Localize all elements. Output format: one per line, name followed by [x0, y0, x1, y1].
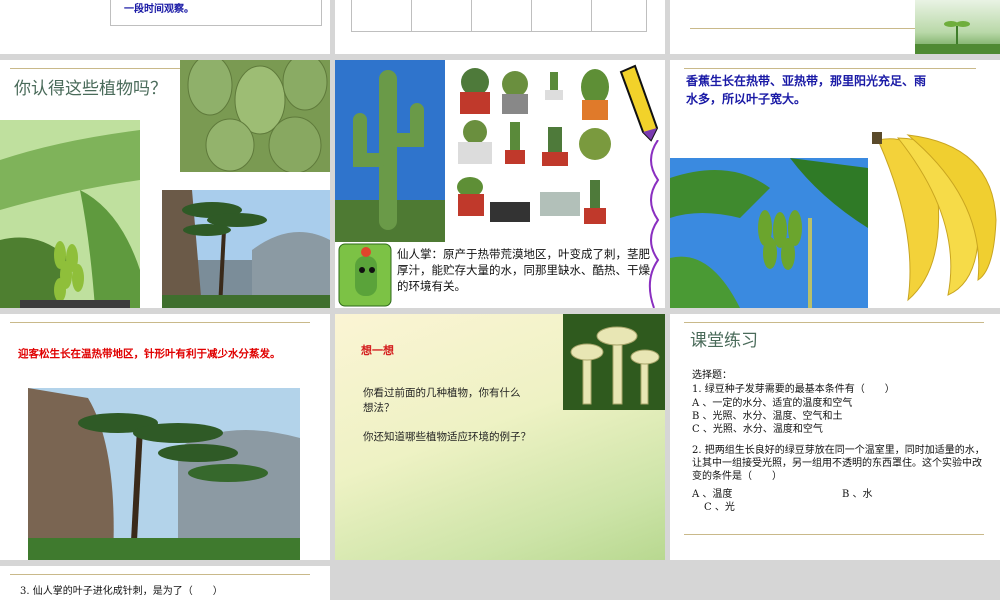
saguaro-image [335, 60, 445, 242]
mushroom-image [563, 314, 665, 410]
q2-option-b: B 、水 [842, 489, 873, 500]
slide-5-caption: 仙人掌：原产于热带荒漠地区，叶变成了刺，茎肥厚汁，能贮存大量的水，同那里缺水、酷… [397, 247, 650, 293]
slide-grid: 一段时间观察。 你认得这些植物吗？ 仙人掌：原产于热带荒漠地区，叶变成了刺，茎肥… [0, 0, 1000, 600]
potted-cacti-image [450, 62, 625, 240]
slide-9-heading: 选择题： [692, 370, 732, 381]
slide-rule [10, 68, 180, 69]
slide-rule [690, 28, 920, 29]
slide-5[interactable]: 仙人掌：原产于热带荒漠地区，叶变成了刺，茎肥厚汁，能贮存大量的水，同那里缺水、酷… [335, 60, 665, 308]
table-divider [591, 0, 592, 32]
slide-rule [10, 322, 310, 323]
table-divider [411, 0, 412, 32]
q2-text: 2. 把两组生长良好的绿豆芽放在同一个温室里，同时加适量的水，让其中一组接受光照… [692, 445, 985, 482]
pine-mountain-image [162, 190, 330, 308]
slide-rule-bottom [684, 534, 984, 535]
banana-tree-image [0, 120, 140, 308]
slide-7-caption: 迎客松生长在温热带地区，针形叶有利于减少水分蒸发。 [18, 348, 281, 360]
sprout-image [915, 0, 1000, 54]
q2-option-c: C 、光 [704, 502, 735, 513]
slide-8-question-1: 你看过前面的几种植物，你有什么想法？ [363, 387, 521, 414]
table-divider [531, 0, 532, 32]
slide-rule [684, 68, 976, 69]
slide-6-caption: 香蕉生长在热带、亚热带，那里阳光充足、雨水多，所以叶子宽大。 [686, 74, 927, 106]
slide-rule [10, 574, 310, 575]
slide-2[interactable] [335, 0, 665, 54]
slide-3[interactable] [670, 0, 1000, 54]
banana-plant-image [670, 158, 868, 308]
q1-text: 1. 绿豆种子发芽需要的最基本条件有（ ） [692, 384, 895, 395]
slide-1[interactable]: 一段时间观察。 [0, 0, 330, 54]
opuntia-image [180, 60, 330, 172]
slide-8[interactable]: 想一想 你看过前面的几种植物，你有什么想法？ 你还知道哪些植物适应环境的例子？ [335, 314, 665, 560]
slide-8-title: 想一想 [361, 344, 394, 357]
slide-7[interactable]: 迎客松生长在温热带地区，针形叶有利于减少水分蒸发。 [0, 314, 330, 560]
slide-4-title: 你认得这些植物吗？ [14, 79, 167, 99]
table-divider [471, 0, 472, 32]
slide-10[interactable]: 3. 仙人掌的叶子进化成针刺，是为了（ ） [0, 566, 330, 600]
q3-text: 3. 仙人掌的叶子进化成针刺，是为了（ ） [20, 586, 223, 597]
table-frame [351, 0, 647, 32]
welcoming-pine-image [28, 388, 300, 560]
slide-1-note: 一段时间观察。 [124, 4, 194, 15]
banana-fruit-image [868, 120, 1000, 308]
slide-9-title: 课堂练习 [690, 331, 758, 351]
cactus-cartoon-icon [335, 242, 395, 308]
slide-8-question-2: 你还知道哪些植物适应环境的例子？ [363, 431, 531, 443]
slide-6[interactable]: 香蕉生长在热带、亚热带，那里阳光充足、雨水多，所以叶子宽大。 [670, 60, 1000, 308]
crayon-icon [613, 62, 663, 142]
slide-4[interactable]: 你认得这些植物吗？ [0, 60, 330, 308]
q1-option-c: C 、光照、水分、温度和空气 [692, 424, 823, 435]
slide-9[interactable]: 课堂练习 选择题： 1. 绿豆种子发芽需要的最基本条件有（ ） A 、一定的水分… [670, 314, 1000, 560]
slide-rule [684, 322, 984, 323]
